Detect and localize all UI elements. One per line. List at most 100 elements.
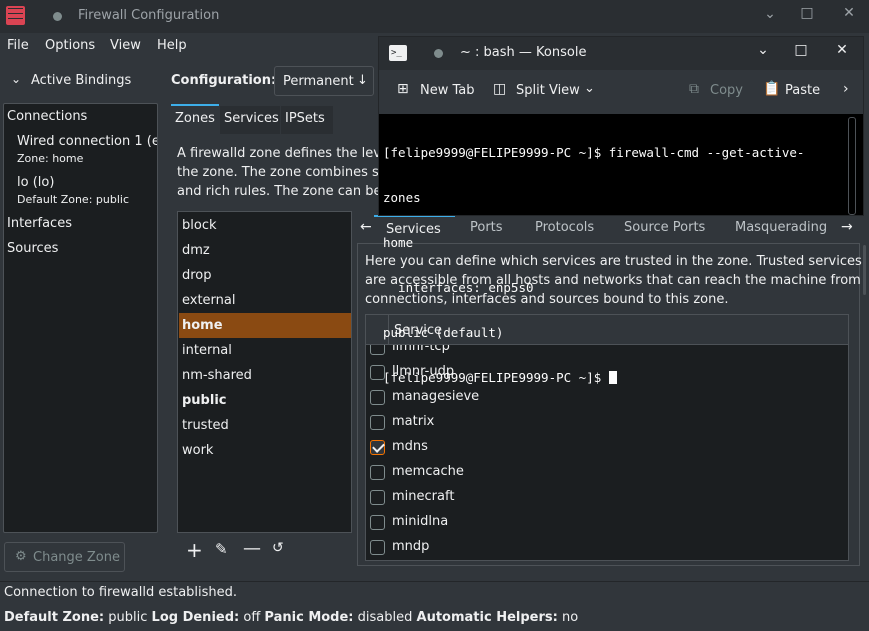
bindings-panel bbox=[3, 103, 158, 533]
service-row[interactable]: memcache bbox=[366, 460, 848, 485]
scrollbar[interactable] bbox=[863, 245, 866, 295]
terminal-line: zones bbox=[383, 190, 421, 205]
terminal-icon: >_ bbox=[389, 45, 407, 61]
connection-lo-zone: Default Zone: public bbox=[17, 193, 129, 206]
terminal-line: [felipe9999@FELIPE9999-PC ~]$ bbox=[383, 370, 609, 385]
terminal-output[interactable]: [felipe9999@FELIPE9999-PC ~]$ firewall-c… bbox=[383, 115, 843, 415]
minimize-icon[interactable]: ⌄ bbox=[760, 6, 780, 22]
window-pin-icon[interactable] bbox=[53, 12, 62, 21]
service-checkbox[interactable] bbox=[370, 540, 385, 555]
split-view-button[interactable]: Split View bbox=[516, 83, 580, 98]
default-zone-value: public bbox=[108, 610, 148, 625]
window-pin-icon[interactable] bbox=[434, 49, 443, 58]
zone-item[interactable]: dmz bbox=[179, 238, 351, 263]
terminal-scrollbar[interactable] bbox=[848, 117, 856, 215]
split-view-chevron-icon[interactable]: ⌄ bbox=[584, 81, 595, 96]
konsole-title: ~ : bash — Konsole bbox=[460, 45, 587, 60]
configuration-select[interactable]: Permanent ↓ bbox=[274, 66, 374, 96]
chevron-down-icon: ↓ bbox=[357, 73, 368, 88]
tab-ipsets[interactable]: IPSets bbox=[281, 106, 333, 134]
maximize-icon[interactable]: □ bbox=[791, 42, 811, 58]
service-row[interactable]: mdns bbox=[366, 435, 848, 460]
terminal-line: [felipe9999@FELIPE9999-PC ~]$ firewall-c… bbox=[383, 145, 805, 160]
maximize-icon[interactable]: □ bbox=[797, 5, 817, 21]
connections-label[interactable]: Connections bbox=[7, 109, 87, 124]
zone-item[interactable]: block bbox=[179, 213, 351, 238]
change-zone-button[interactable]: ⚙ Change Zone bbox=[4, 542, 125, 572]
edit-zone-icon[interactable]: ✎ bbox=[215, 540, 228, 558]
split-view-icon[interactable]: ◫ bbox=[493, 81, 506, 97]
window-title: Firewall Configuration bbox=[78, 8, 220, 23]
service-name: memcache bbox=[392, 464, 464, 479]
zone-item[interactable]: drop bbox=[179, 263, 351, 288]
automatic-helpers-label: Automatic Helpers: bbox=[416, 610, 558, 625]
status-message: Connection to firewalld established. bbox=[4, 585, 238, 600]
tab-scroll-left-icon[interactable]: ← bbox=[360, 219, 372, 235]
panic-mode-label: Panic Mode: bbox=[264, 610, 354, 625]
log-denied-value: off bbox=[243, 610, 261, 625]
new-tab-button[interactable]: New Tab bbox=[420, 83, 475, 98]
connection-wired-zone: Zone: home bbox=[17, 152, 84, 165]
service-checkbox[interactable] bbox=[370, 465, 385, 480]
menu-help[interactable]: Help bbox=[157, 38, 187, 53]
new-tab-icon[interactable]: ⊞ bbox=[397, 81, 409, 97]
service-name: matrix bbox=[392, 414, 435, 429]
service-checkbox[interactable] bbox=[370, 415, 385, 430]
zone-item[interactable]: internal bbox=[179, 338, 351, 363]
service-row[interactable]: minecraft bbox=[366, 485, 848, 510]
sources-label[interactable]: Sources bbox=[7, 241, 58, 256]
menu-options[interactable]: Options bbox=[45, 38, 95, 53]
terminal-line: home bbox=[383, 235, 414, 250]
remove-zone-icon[interactable]: — bbox=[243, 538, 261, 559]
terminal-line: public (default) bbox=[383, 325, 504, 340]
zone-item[interactable]: trusted bbox=[179, 413, 351, 438]
copy-button[interactable]: Copy bbox=[710, 83, 743, 98]
service-checkbox-checked[interactable] bbox=[370, 440, 385, 455]
add-zone-icon[interactable]: + bbox=[186, 538, 203, 562]
zone-item-selected[interactable]: home bbox=[179, 313, 351, 338]
konsole-window: >_ ~ : bash — Konsole ⌄ □ ✕ ⊞ New Tab ◫ … bbox=[378, 36, 864, 385]
copy-icon[interactable]: ⧉ bbox=[689, 81, 699, 97]
service-name: minecraft bbox=[392, 489, 455, 504]
zone-item[interactable]: nm-shared bbox=[179, 363, 351, 388]
service-checkbox[interactable] bbox=[370, 515, 385, 530]
connection-wired[interactable]: Wired connection 1 (en bbox=[17, 134, 157, 149]
menu-view[interactable]: View bbox=[110, 38, 141, 53]
terminal-cursor bbox=[608, 371, 617, 384]
service-row[interactable]: minidlna bbox=[366, 510, 848, 535]
panic-mode-value: disabled bbox=[357, 610, 413, 625]
interfaces-label[interactable]: Interfaces bbox=[7, 216, 72, 231]
firewall-app-icon bbox=[6, 6, 25, 25]
configuration-value: Permanent bbox=[283, 74, 354, 89]
active-bindings-label[interactable]: Active Bindings bbox=[31, 73, 131, 88]
connection-lo[interactable]: lo (lo) bbox=[17, 175, 54, 190]
service-name: mndp bbox=[392, 539, 430, 554]
collapse-chevron-icon[interactable]: ⌄ bbox=[11, 72, 21, 86]
terminal-prompt-line: [felipe9999@FELIPE9999-PC ~]$ bbox=[383, 370, 843, 385]
change-zone-label: Change Zone bbox=[33, 550, 121, 565]
status-details: Default Zone: public Log Denied: off Pan… bbox=[4, 610, 578, 625]
zone-item-default[interactable]: public bbox=[179, 388, 351, 413]
service-name: mdns bbox=[392, 439, 428, 454]
paste-icon[interactable]: 📋 bbox=[763, 81, 780, 97]
zone-item[interactable]: external bbox=[179, 288, 351, 313]
zone-list[interactable]: block dmz drop external home internal nm… bbox=[177, 211, 352, 533]
zone-item[interactable]: work bbox=[179, 438, 351, 463]
paste-button[interactable]: Paste bbox=[785, 83, 820, 98]
default-zone-label: Default Zone: bbox=[4, 610, 105, 625]
service-checkbox[interactable] bbox=[370, 490, 385, 505]
gear-icon: ⚙ bbox=[15, 549, 27, 564]
service-name: minidlna bbox=[392, 514, 449, 529]
more-chevron-icon[interactable]: › bbox=[843, 81, 849, 97]
close-icon[interactable]: ✕ bbox=[839, 5, 859, 21]
load-defaults-icon[interactable]: ↺ bbox=[272, 540, 284, 556]
menu-file[interactable]: File bbox=[7, 38, 29, 53]
automatic-helpers-value: no bbox=[561, 610, 579, 625]
close-icon[interactable]: ✕ bbox=[832, 42, 852, 58]
tab-zones[interactable]: Zones bbox=[171, 104, 219, 132]
service-row[interactable]: mndp bbox=[366, 535, 848, 560]
configuration-label: Configuration: bbox=[171, 73, 277, 88]
tab-services[interactable]: Services bbox=[220, 106, 280, 134]
minimize-icon[interactable]: ⌄ bbox=[753, 42, 773, 58]
terminal-line: interfaces: enp5s0 bbox=[383, 280, 534, 295]
